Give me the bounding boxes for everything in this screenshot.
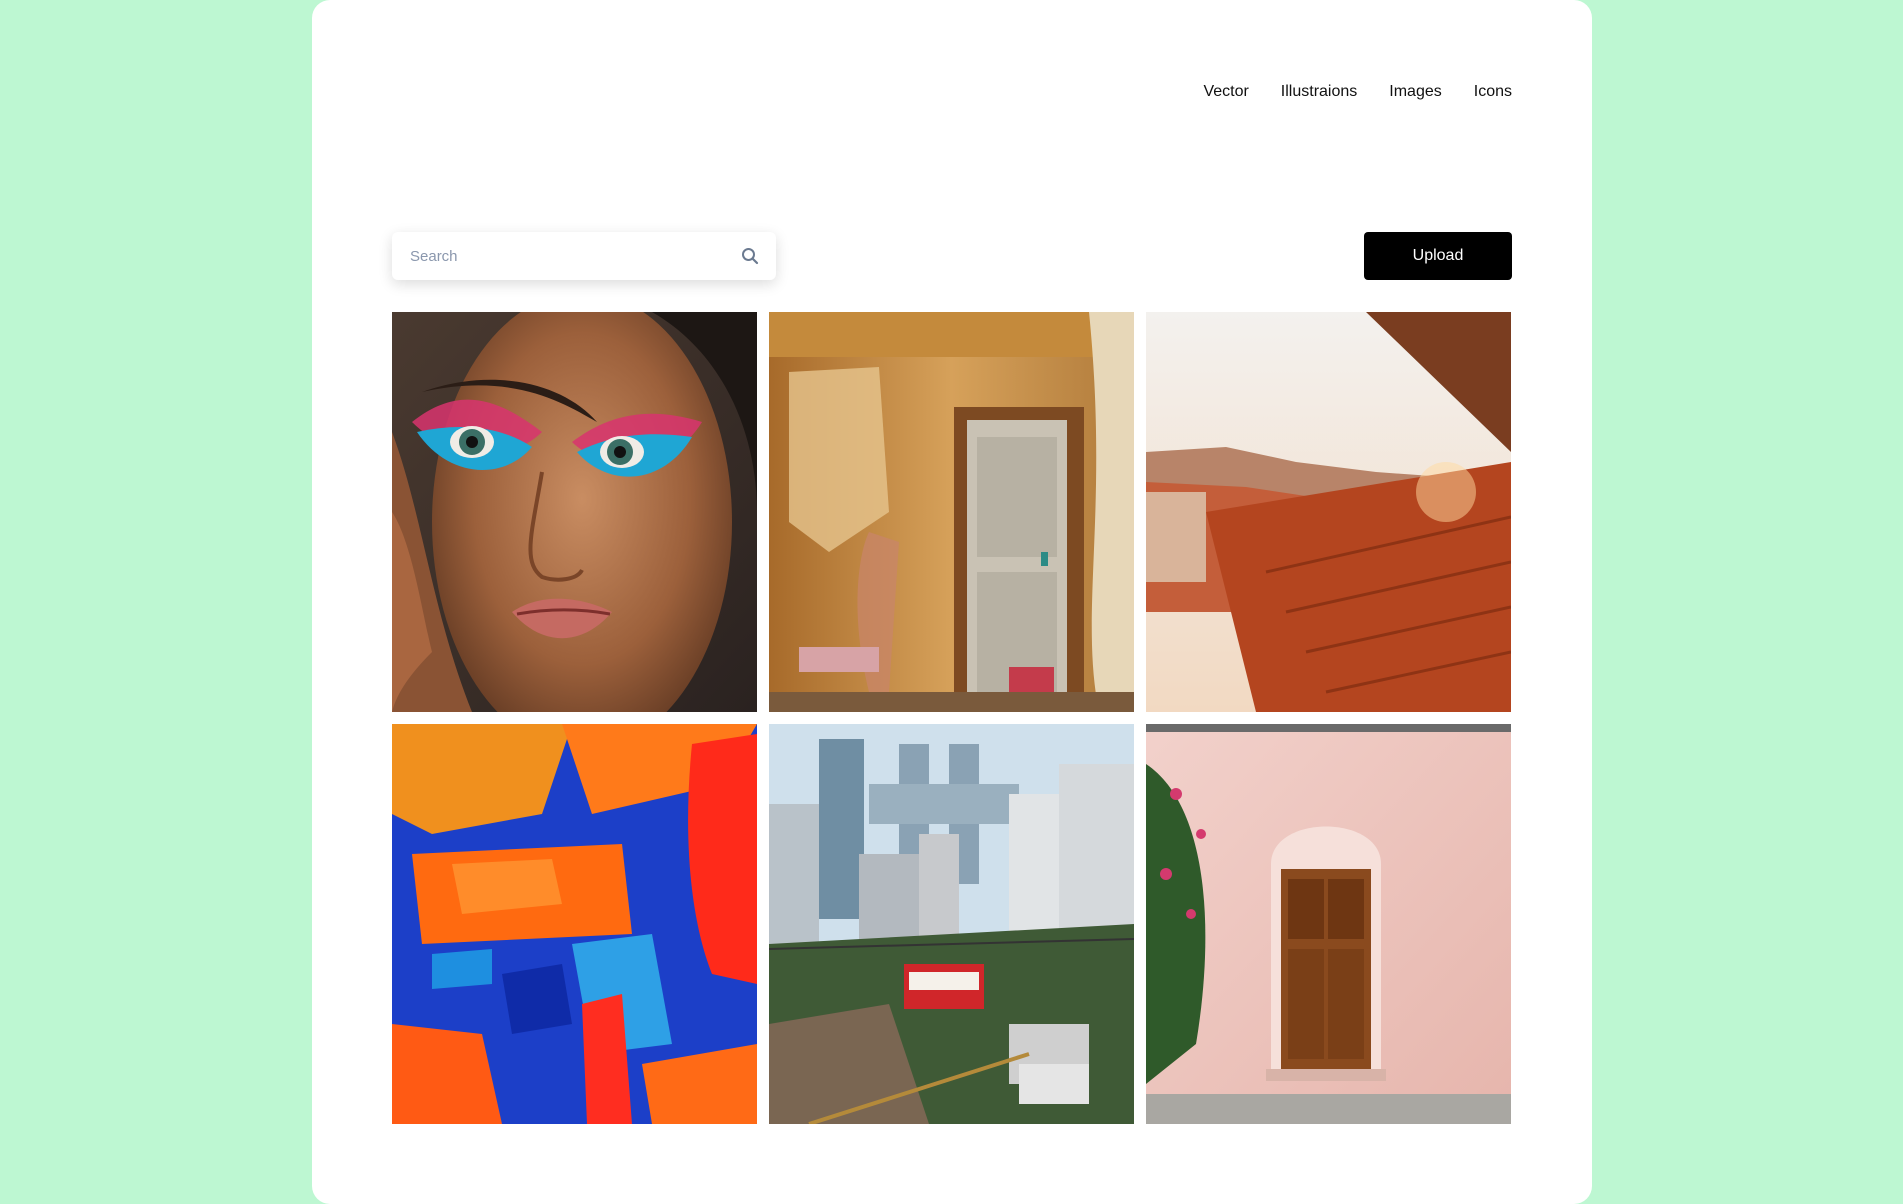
nav-item-vector[interactable]: Vector	[1203, 83, 1248, 101]
image-gallery	[392, 312, 1512, 1124]
gallery-image-rooftops[interactable]	[1146, 312, 1511, 712]
main-card: Vector Illustraions Images Icons Upload	[312, 0, 1592, 1204]
search-input[interactable]	[408, 246, 740, 266]
upload-button[interactable]: Upload	[1364, 232, 1512, 280]
nav-item-illustrations[interactable]: Illustraions	[1281, 83, 1357, 101]
gallery-image-wooden-door[interactable]	[1146, 724, 1511, 1124]
gallery-image-abstract-paint[interactable]	[392, 724, 757, 1124]
nav-item-images[interactable]: Images	[1389, 83, 1441, 101]
gallery-image-portrait[interactable]	[392, 312, 757, 712]
top-nav: Vector Illustraions Images Icons	[1203, 83, 1512, 101]
gallery-image-old-door[interactable]	[769, 312, 1134, 712]
gallery-image-city-cable-car[interactable]	[769, 724, 1134, 1124]
search-icon[interactable]	[740, 246, 760, 266]
search-box	[392, 232, 776, 280]
nav-item-icons[interactable]: Icons	[1474, 83, 1512, 101]
